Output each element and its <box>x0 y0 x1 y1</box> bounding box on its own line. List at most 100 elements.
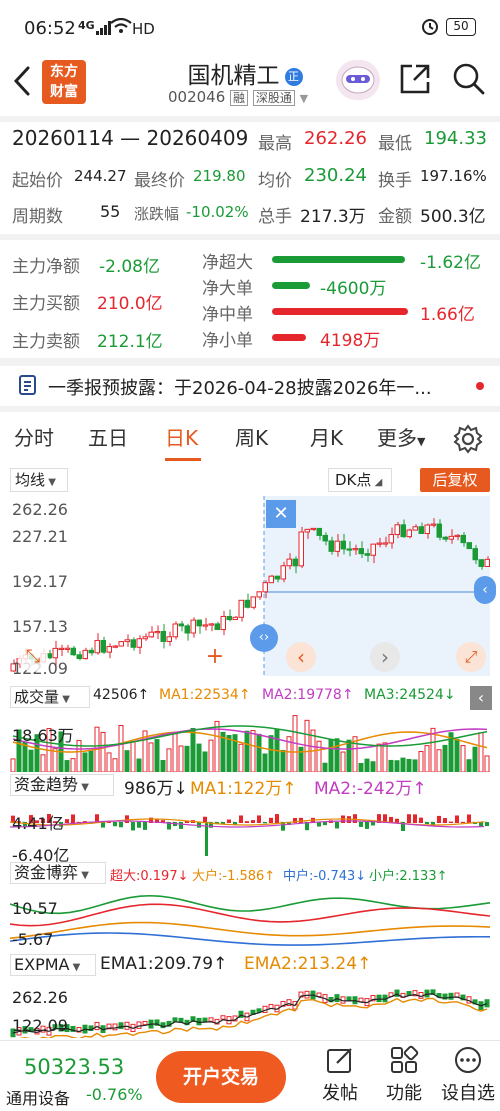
battery-icon: 50 <box>446 18 476 36</box>
expand-icon[interactable]: ⤢ <box>456 642 486 672</box>
amount-label: 金额 <box>378 207 412 227</box>
dk-point-toggle[interactable]: DK点 ◢ <box>328 468 392 492</box>
volume-ma3: MA3:24524↓ <box>364 687 456 703</box>
prev-icon[interactable]: ‹ <box>286 642 316 672</box>
flow-bar <box>272 282 310 289</box>
change-value: -10.02% <box>186 203 249 221</box>
fund-game-y-top: 10.57 <box>12 899 58 918</box>
tab-more[interactable]: 更多▼ <box>377 416 425 460</box>
low-value: 194.33 <box>424 128 487 149</box>
flow-row-value: -1.62亿 <box>420 253 481 273</box>
network-icon: 4G <box>78 19 95 32</box>
indicator-select[interactable]: 资金博弈 ▼ <box>10 862 106 884</box>
fund-game-panel[interactable]: 资金博弈 ▼ 超大:0.197↓ 大户:-1.586↑ 中户:-0.743↓ 小… <box>0 862 500 952</box>
expma-panel[interactable]: EXPMA ▼ EMA1:209.79↑ EMA2:213.24↑ 262.26… <box>0 954 500 1040</box>
trade-button[interactable]: 开户交易 <box>156 1051 286 1103</box>
stock-code-row[interactable]: 002046 融 深股通 ▼ <box>168 88 308 106</box>
tag-rong: 融 <box>230 90 249 106</box>
fq-button[interactable]: 后复权 <box>420 468 490 492</box>
flow-row-value: 1.66亿 <box>420 305 475 325</box>
flow-row-label: 净大单 <box>202 279 253 299</box>
tab-wuri[interactable]: 五日 <box>88 416 128 460</box>
tab-rik[interactable]: 日K <box>165 416 198 460</box>
fund-trend-panel[interactable]: 资金趋势 ▼ 986万↓ MA1:122万↑ MA2:-242万↑ 4.41亿 … <box>0 774 500 865</box>
volume-y-label: 18.63万 <box>12 726 74 745</box>
alarm-icon <box>420 16 440 41</box>
open-value: 244.27 <box>74 167 127 185</box>
tab-zhouk[interactable]: 周K <box>235 416 268 460</box>
main-net-value: -2.08亿 <box>99 257 160 277</box>
kline-canvas <box>10 496 490 676</box>
y-label-4: 157.13 <box>12 617 68 636</box>
y-label-3: 192.17 <box>12 572 68 591</box>
close-label: 最终价 <box>134 171 185 191</box>
caret-down-icon: ▼ <box>59 694 70 705</box>
close-icon[interactable]: ✕ <box>266 500 296 528</box>
flow-row-value: 4198万 <box>320 331 381 351</box>
amount-value: 500.3亿 <box>420 207 486 227</box>
main-sell-value: 212.1亿 <box>97 332 163 352</box>
function-button[interactable]: 功能 <box>380 1045 428 1109</box>
stock-name: 国机精工 <box>187 63 280 89</box>
volume-ma2: MA2:19778↑ <box>262 687 354 703</box>
index-name[interactable]: 通用设备 <box>6 1085 70 1109</box>
fund-trend-ma2: MA2:-242万↑ <box>314 779 427 799</box>
search-icon[interactable] <box>452 62 486 100</box>
change-label: 涨跌幅 <box>134 205 180 223</box>
collapse-icon[interactable]: ‹ <box>470 686 492 710</box>
tab-fenshi[interactable]: 分时 <box>14 416 54 460</box>
notice-banner[interactable]: 一季报预披露：于2026-04-28披露2026年一... <box>0 366 500 406</box>
back-icon[interactable] <box>12 64 32 102</box>
indicator-select[interactable]: 成交量 ▼ <box>10 686 90 708</box>
divider <box>0 358 500 366</box>
drag-handle-icon[interactable]: ‹› <box>250 624 278 652</box>
expma-y-bottom: 122.09 <box>12 1016 68 1035</box>
stock-title-block[interactable]: 国机精工 正 <box>170 56 320 90</box>
fund-game-xl: 超大:0.197↓ <box>110 869 189 884</box>
tab-yuek[interactable]: 月K <box>310 416 343 460</box>
fund-trend-y-top: 4.41亿 <box>12 814 64 833</box>
add-watch-button[interactable]: 设自选 <box>436 1045 500 1109</box>
expma-ema2: EMA2:213.24↑ <box>244 954 372 974</box>
volume-name: 成交量 <box>14 688 60 706</box>
y-label-2: 227.21 <box>12 527 68 546</box>
post-button[interactable]: 发帖 <box>316 1045 364 1109</box>
expma-ema1: EMA1:209.79↑ <box>100 954 228 974</box>
flow-bar <box>272 256 405 263</box>
zoom-out-icon[interactable]: ⤡ <box>18 642 48 672</box>
more-icon <box>455 1047 481 1073</box>
unread-dot <box>476 382 484 390</box>
volume-panel[interactable]: 成交量 ▼ 42506↑ MA1:22534↑ MA2:19778↑ MA3:2… <box>0 686 500 774</box>
avg-value: 230.24 <box>304 165 367 186</box>
dk-label: DK点 <box>335 471 372 489</box>
turnover-label: 换手 <box>378 171 412 191</box>
fund-game-canvas <box>10 894 490 946</box>
post-label: 发帖 <box>322 1083 358 1104</box>
indicator-select[interactable]: EXPMA ▼ <box>10 954 96 976</box>
notice-icon <box>18 374 38 400</box>
caret-down-icon: ▼ <box>45 477 56 488</box>
fund-flow-panel[interactable]: 主力净额 -2.08亿 主力买额 210.0亿 主力卖额 212.1亿 净超大 -… <box>0 240 500 358</box>
drag-handle-right-icon[interactable]: ‹ <box>474 576 496 604</box>
apps-icon <box>391 1045 419 1073</box>
flow-bar <box>272 334 306 341</box>
flow-row-value: -4600万 <box>320 279 387 299</box>
index-value[interactable]: 50323.53 <box>24 1055 124 1079</box>
share-icon[interactable] <box>398 62 432 100</box>
kline-chart[interactable]: 均线 ▼ DK点 ◢ 后复权 262.26 227.21 192.17 157.… <box>0 466 500 688</box>
expma-y-top: 262.26 <box>12 988 68 1007</box>
expma-name: EXPMA <box>14 955 70 974</box>
volume-value: 42506↑ <box>93 687 150 703</box>
main-buy-label: 主力买额 <box>12 294 80 314</box>
robot-avatar-icon[interactable] <box>336 60 380 100</box>
main-net-label: 主力净额 <box>12 257 80 277</box>
settings-icon[interactable] <box>453 424 483 458</box>
fund-trend-name: 资金趋势 <box>14 775 79 794</box>
indicator-select[interactable]: 资金趋势 ▼ <box>10 774 114 796</box>
expma-canvas <box>10 989 490 1038</box>
plus-icon[interactable]: + <box>200 642 230 672</box>
volume-canvas <box>10 715 490 772</box>
fund-game-m: 中户:-0.743↓ <box>283 869 367 884</box>
ma-select[interactable]: 均线 ▼ <box>10 468 68 492</box>
next-icon[interactable]: › <box>370 642 400 672</box>
